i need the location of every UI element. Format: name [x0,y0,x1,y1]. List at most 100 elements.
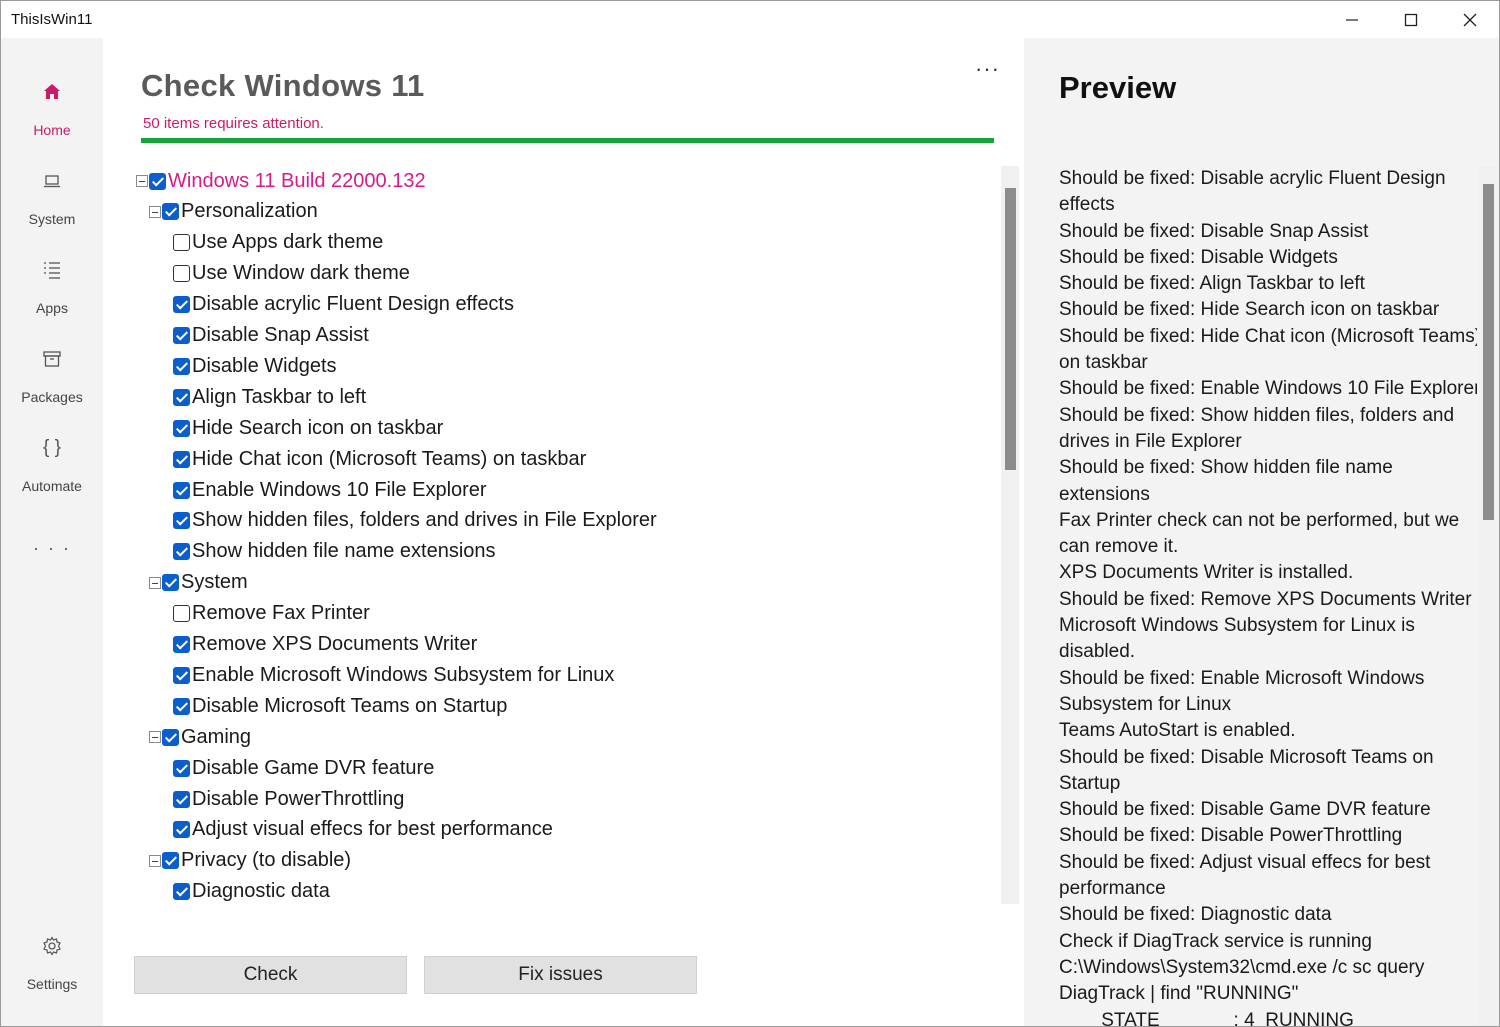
collapse-toggle-icon[interactable] [149,577,161,589]
tree-item-label: Hide Search icon on taskbar [192,417,443,440]
tree-item[interactable]: Use Window dark theme [173,259,410,289]
scrollbar-thumb[interactable] [1005,188,1016,470]
tree-item[interactable]: Remove Fax Printer [173,599,370,629]
tree-item[interactable]: Adjust visual effecs for best performanc… [173,815,553,845]
sidebar-item-apps[interactable]: Apps [1,258,103,316]
tree-item[interactable]: Disable Widgets [173,351,337,381]
tree-checkbox[interactable] [173,636,190,653]
tree-checkbox[interactable] [173,451,190,468]
tree-item[interactable]: Personalization [149,197,318,227]
tree-item[interactable]: Remove XPS Documents Writer [173,630,477,660]
minimize-button[interactable] [1323,1,1381,38]
tree-checkbox[interactable] [162,852,179,869]
app-window: ThisIsWin11 Home System [0,0,1500,1027]
tree-item[interactable]: Diagnostic data [173,877,330,904]
tree-checkbox[interactable] [173,605,190,622]
tree-item-label: Align Taskbar to left [192,386,366,409]
tree-checkbox[interactable] [162,203,179,220]
progress-fill [141,138,994,143]
tree-item-label: Use Apps dark theme [192,231,383,254]
tree-checkbox[interactable] [173,265,190,282]
maximize-icon [1404,13,1418,27]
scrollbar-thumb[interactable] [1483,184,1494,520]
collapse-toggle-icon[interactable] [149,206,161,218]
sidebar-item-label: Packages [1,389,103,405]
tree-item[interactable]: Gaming [149,722,251,752]
sidebar-item-label: Settings [1,976,103,992]
tree-checkbox[interactable] [173,698,190,715]
tree-checkbox[interactable] [162,729,179,746]
preview-line: Should be fixed: Disable Game DVR featur… [1059,797,1477,823]
preview-scrollbar[interactable] [1479,166,1497,1027]
collapse-toggle-icon[interactable] [136,175,148,187]
preview-line: Should be fixed: Disable acrylic Fluent … [1059,166,1477,192]
tree-checkbox[interactable] [162,574,179,591]
sidebar-item-packages[interactable]: Packages [1,347,103,405]
tree-item[interactable]: Disable Microsoft Teams on Startup [173,691,507,721]
maximize-button[interactable] [1382,1,1440,38]
preview-line: Subsystem for Linux [1059,692,1477,718]
tree-item-label: Enable Windows 10 File Explorer [192,479,487,502]
tree-item[interactable]: Enable Microsoft Windows Subsystem for L… [173,660,614,690]
preview-line: Should be fixed: Show hidden files, fold… [1059,403,1477,429]
preview-line: Should be fixed: Disable Snap Assist [1059,219,1477,245]
sidebar-item-system[interactable]: System [1,169,103,227]
tree-item[interactable]: Windows 11 Build 22000.132 [136,166,426,196]
more-options-button[interactable]: ··· [975,56,1000,82]
preview-line: Should be fixed: Diagnostic data [1059,902,1477,928]
sidebar-item-automate[interactable]: { } Automate [1,436,103,494]
tree-item[interactable]: Privacy (to disable) [149,846,351,876]
tree-checkbox[interactable] [173,389,190,406]
tree-item[interactable]: System [149,568,248,598]
tree-checkbox[interactable] [173,358,190,375]
title-bar: ThisIsWin11 [1,1,1499,38]
status-text: 50 items requires attention. [143,115,324,132]
tree-checkbox[interactable] [173,883,190,900]
tree-item[interactable]: Enable Windows 10 File Explorer [173,475,487,505]
tree-checkbox[interactable] [173,327,190,344]
preview-line: Microsoft Windows Subsystem for Linux is [1059,613,1477,639]
preview-line: DiagTrack | find "RUNNING" [1059,981,1477,1007]
tree-item[interactable]: Disable Game DVR feature [173,753,434,783]
sidebar-item-settings[interactable]: Settings [1,934,103,992]
tree-item[interactable]: Hide Search icon on taskbar [173,413,443,443]
tree-item-label: Diagnostic data [192,880,330,903]
tree-checkbox[interactable] [149,173,166,190]
braces-icon: { } [1,436,103,460]
main-panel: Check Windows 11 ··· 50 items requires a… [103,38,1024,1027]
preview-line: Should be fixed: Hide Chat icon (Microso… [1059,324,1477,350]
preview-line: Should be fixed: Adjust visual effecs fo… [1059,850,1477,876]
tree-checkbox[interactable] [173,420,190,437]
tree-item[interactable]: Disable acrylic Fluent Design effects [173,290,514,320]
tree-checkbox[interactable] [173,760,190,777]
tree-scrollbar[interactable] [1001,166,1019,904]
tree-item[interactable]: Align Taskbar to left [173,382,366,412]
tree-item[interactable]: Show hidden files, folders and drives in… [173,506,657,536]
tree-checkbox[interactable] [173,667,190,684]
tree-item-label: Use Window dark theme [192,262,410,285]
tree-item-label: Show hidden files, folders and drives in… [192,509,657,532]
collapse-toggle-icon[interactable] [149,855,161,867]
tree-item[interactable]: Show hidden file name extensions [173,537,496,567]
check-button[interactable]: Check [134,956,407,994]
tree-item[interactable]: Disable Snap Assist [173,321,369,351]
preview-line: STATE : 4 RUNNING [1059,1008,1477,1027]
collapse-toggle-icon[interactable] [149,731,161,743]
sidebar-more-button[interactable]: · · · [1,538,103,559]
tree-item[interactable]: Use Apps dark theme [173,228,383,258]
tree-checkbox[interactable] [173,821,190,838]
preview-line: Should be fixed: Disable Widgets [1059,245,1477,271]
tree-item[interactable]: Hide Chat icon (Microsoft Teams) on task… [173,444,586,474]
fix-issues-button[interactable]: Fix issues [424,956,697,994]
tree-checkbox[interactable] [173,482,190,499]
preview-line: Should be fixed: Show hidden file name [1059,455,1477,481]
tree-checkbox[interactable] [173,512,190,529]
tree-item-label: Hide Chat icon (Microsoft Teams) on task… [192,448,586,471]
sidebar-item-home[interactable]: Home [1,80,103,138]
tree-item[interactable]: Disable PowerThrottling [173,784,404,814]
tree-checkbox[interactable] [173,791,190,808]
tree-checkbox[interactable] [173,234,190,251]
close-button[interactable] [1441,1,1499,38]
tree-checkbox[interactable] [173,543,190,560]
tree-checkbox[interactable] [173,296,190,313]
